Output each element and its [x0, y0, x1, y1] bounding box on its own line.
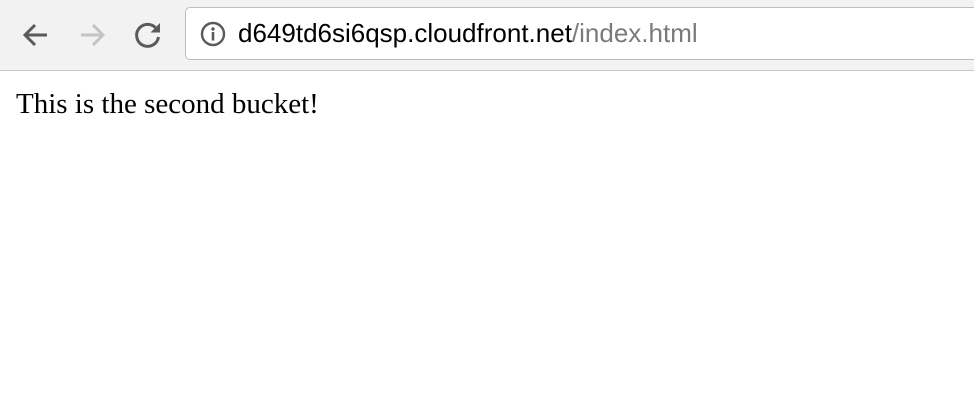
- forward-button[interactable]: [70, 13, 114, 57]
- back-button[interactable]: [14, 13, 58, 57]
- url-host: d649td6si6qsp.cloudfront.net: [238, 18, 572, 48]
- reload-icon: [133, 20, 163, 50]
- address-bar[interactable]: d649td6si6qsp.cloudfront.net/index.html: [185, 7, 974, 60]
- info-icon[interactable]: [200, 21, 226, 47]
- browser-toolbar: d649td6si6qsp.cloudfront.net/index.html: [0, 0, 974, 71]
- reload-button[interactable]: [126, 13, 170, 57]
- arrow-left-icon: [21, 20, 51, 50]
- url-path: /index.html: [571, 18, 698, 48]
- url-text[interactable]: d649td6si6qsp.cloudfront.net/index.html: [238, 8, 698, 59]
- arrow-right-icon: [77, 20, 107, 50]
- page-body-text: This is the second bucket!: [16, 88, 319, 120]
- page-viewport: This is the second bucket!: [0, 71, 974, 414]
